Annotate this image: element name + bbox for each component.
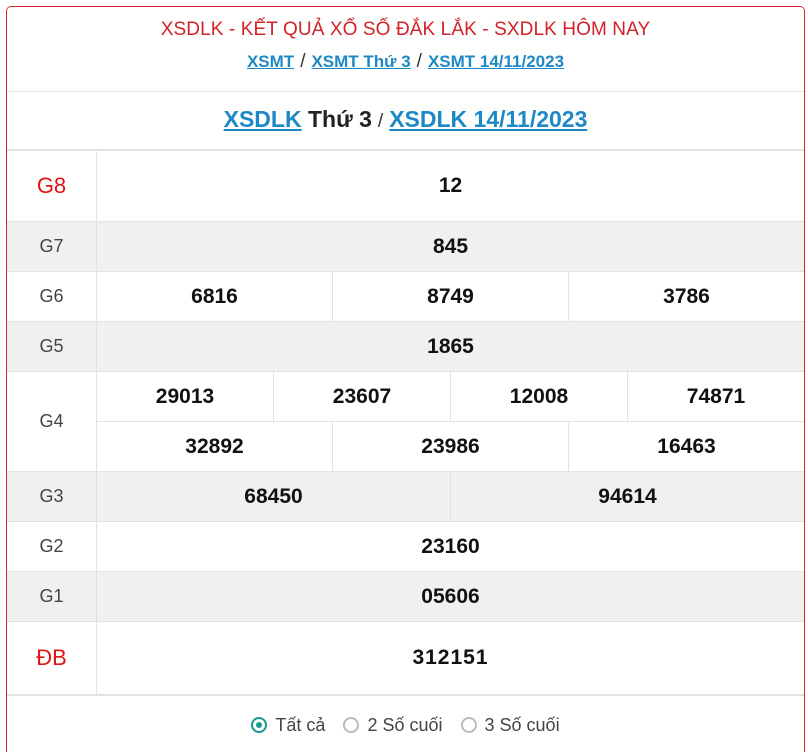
prize-row-g4: G4 29013 23607 12008 74871: [7, 371, 804, 472]
prize-cell-group: 68450 94614: [96, 471, 804, 522]
prize-number: 32892: [185, 434, 244, 458]
results-header: XSDLK - KẾT QUẢ XỔ SỐ ĐẮK LẮK - SXDLK HÔ…: [7, 7, 804, 92]
prize-label-g3: G3: [7, 471, 97, 522]
prize-number: 3786: [568, 272, 804, 321]
radio-empty-icon[interactable]: [343, 717, 360, 733]
digit-filter: Tất cả 2 Số cuối 3 Số cuối: [7, 695, 804, 754]
prize-label-g7: G7: [7, 221, 97, 272]
prize-label-g1: G1: [7, 571, 97, 622]
breadcrumb: XSMT / XSMT Thứ 3 / XSMT 14/11/2023: [7, 51, 804, 73]
results-subheading: XSDLK Thứ 3/XSDLK 14/11/2023: [7, 92, 804, 150]
prize-cell-group: 32892 23986 16463: [96, 421, 804, 472]
prize-number: 12008: [450, 372, 627, 421]
prize-number: 12: [96, 150, 804, 222]
filter-option-last-2[interactable]: 2 Số cuối: [343, 714, 443, 736]
subhead-separator: /: [377, 111, 384, 132]
breadcrumb-separator: /: [416, 51, 422, 72]
subhead-link-xsdlk[interactable]: XSDLK: [224, 106, 302, 132]
prize-label-g8: G8: [7, 150, 97, 222]
prize-row-g8: G8 12: [7, 150, 804, 222]
prize-row-g1: G1 05606: [7, 571, 804, 622]
results-card: XSDLK - KẾT QUẢ XỔ SỐ ĐẮK LẮK - SXDLK HÔ…: [6, 6, 805, 752]
prize-number: 05606: [96, 571, 804, 622]
prize-number: 6816: [191, 284, 238, 308]
prize-cell-group: 29013 23607 12008 74871: [96, 371, 804, 422]
prize-row-g3: G3 68450 94614: [7, 471, 804, 522]
prize-number: 845: [96, 221, 804, 272]
prize-number: 23607: [273, 372, 450, 421]
prize-number: 29013: [155, 384, 215, 408]
prize-row-g7: G7 845: [7, 221, 804, 272]
prize-label-g2: G2: [7, 521, 97, 572]
filter-option-label: Tất cả: [275, 714, 326, 735]
prize-row-g2: G2 23160: [7, 521, 804, 572]
breadcrumb-link-xsmt-date[interactable]: XSMT 14/11/2023: [428, 52, 564, 71]
results-table: G8 12 G7 845 G6 6816 8749 3786 G5 1865 G…: [7, 150, 804, 695]
breadcrumb-link-xsmt-thu3[interactable]: XSMT Thứ 3: [311, 52, 410, 71]
prize-label-g5: G5: [7, 321, 97, 372]
prize-number: 23160: [96, 521, 804, 572]
prize-number: 23986: [332, 422, 568, 471]
prize-label-db: ĐB: [7, 621, 97, 695]
radio-empty-icon[interactable]: [460, 717, 477, 733]
prize-number: 1865: [96, 321, 804, 372]
prize-row-g6: G6 6816 8749 3786: [7, 271, 804, 322]
prize-label-g4: G4: [7, 371, 97, 472]
prize-row-db: ĐB 312151: [7, 621, 804, 695]
prize-row-g5: G5 1865: [7, 321, 804, 372]
filter-option-label: 3 Số cuối: [484, 714, 560, 735]
filter-option-all[interactable]: Tất cả: [251, 715, 325, 736]
radio-selected-icon[interactable]: [251, 717, 268, 733]
breadcrumb-separator: /: [300, 51, 306, 72]
prize-row-g4-b: 32892 23986 16463: [7, 421, 804, 472]
filter-option-label: 2 Số cuối: [367, 714, 443, 735]
subhead-weekday: Thứ 3: [307, 106, 372, 132]
page-title: XSDLK - KẾT QUẢ XỔ SỐ ĐẮK LẮK - SXDLK HÔ…: [160, 19, 651, 40]
prize-label-g6: G6: [7, 271, 97, 322]
prize-number: 74871: [627, 372, 804, 421]
breadcrumb-link-xsmt[interactable]: XSMT: [247, 52, 294, 71]
prize-number: 16463: [568, 422, 804, 471]
prize-number: 8749: [332, 272, 568, 321]
prize-number: 68450: [244, 484, 303, 508]
filter-option-last-3[interactable]: 3 Số cuối: [460, 714, 560, 736]
prize-number-special: 312151: [96, 621, 804, 695]
prize-cell-group: 6816 8749 3786: [96, 271, 804, 322]
subhead-link-xsdlk-date[interactable]: XSDLK 14/11/2023: [389, 106, 587, 132]
prize-number: 94614: [450, 472, 804, 521]
